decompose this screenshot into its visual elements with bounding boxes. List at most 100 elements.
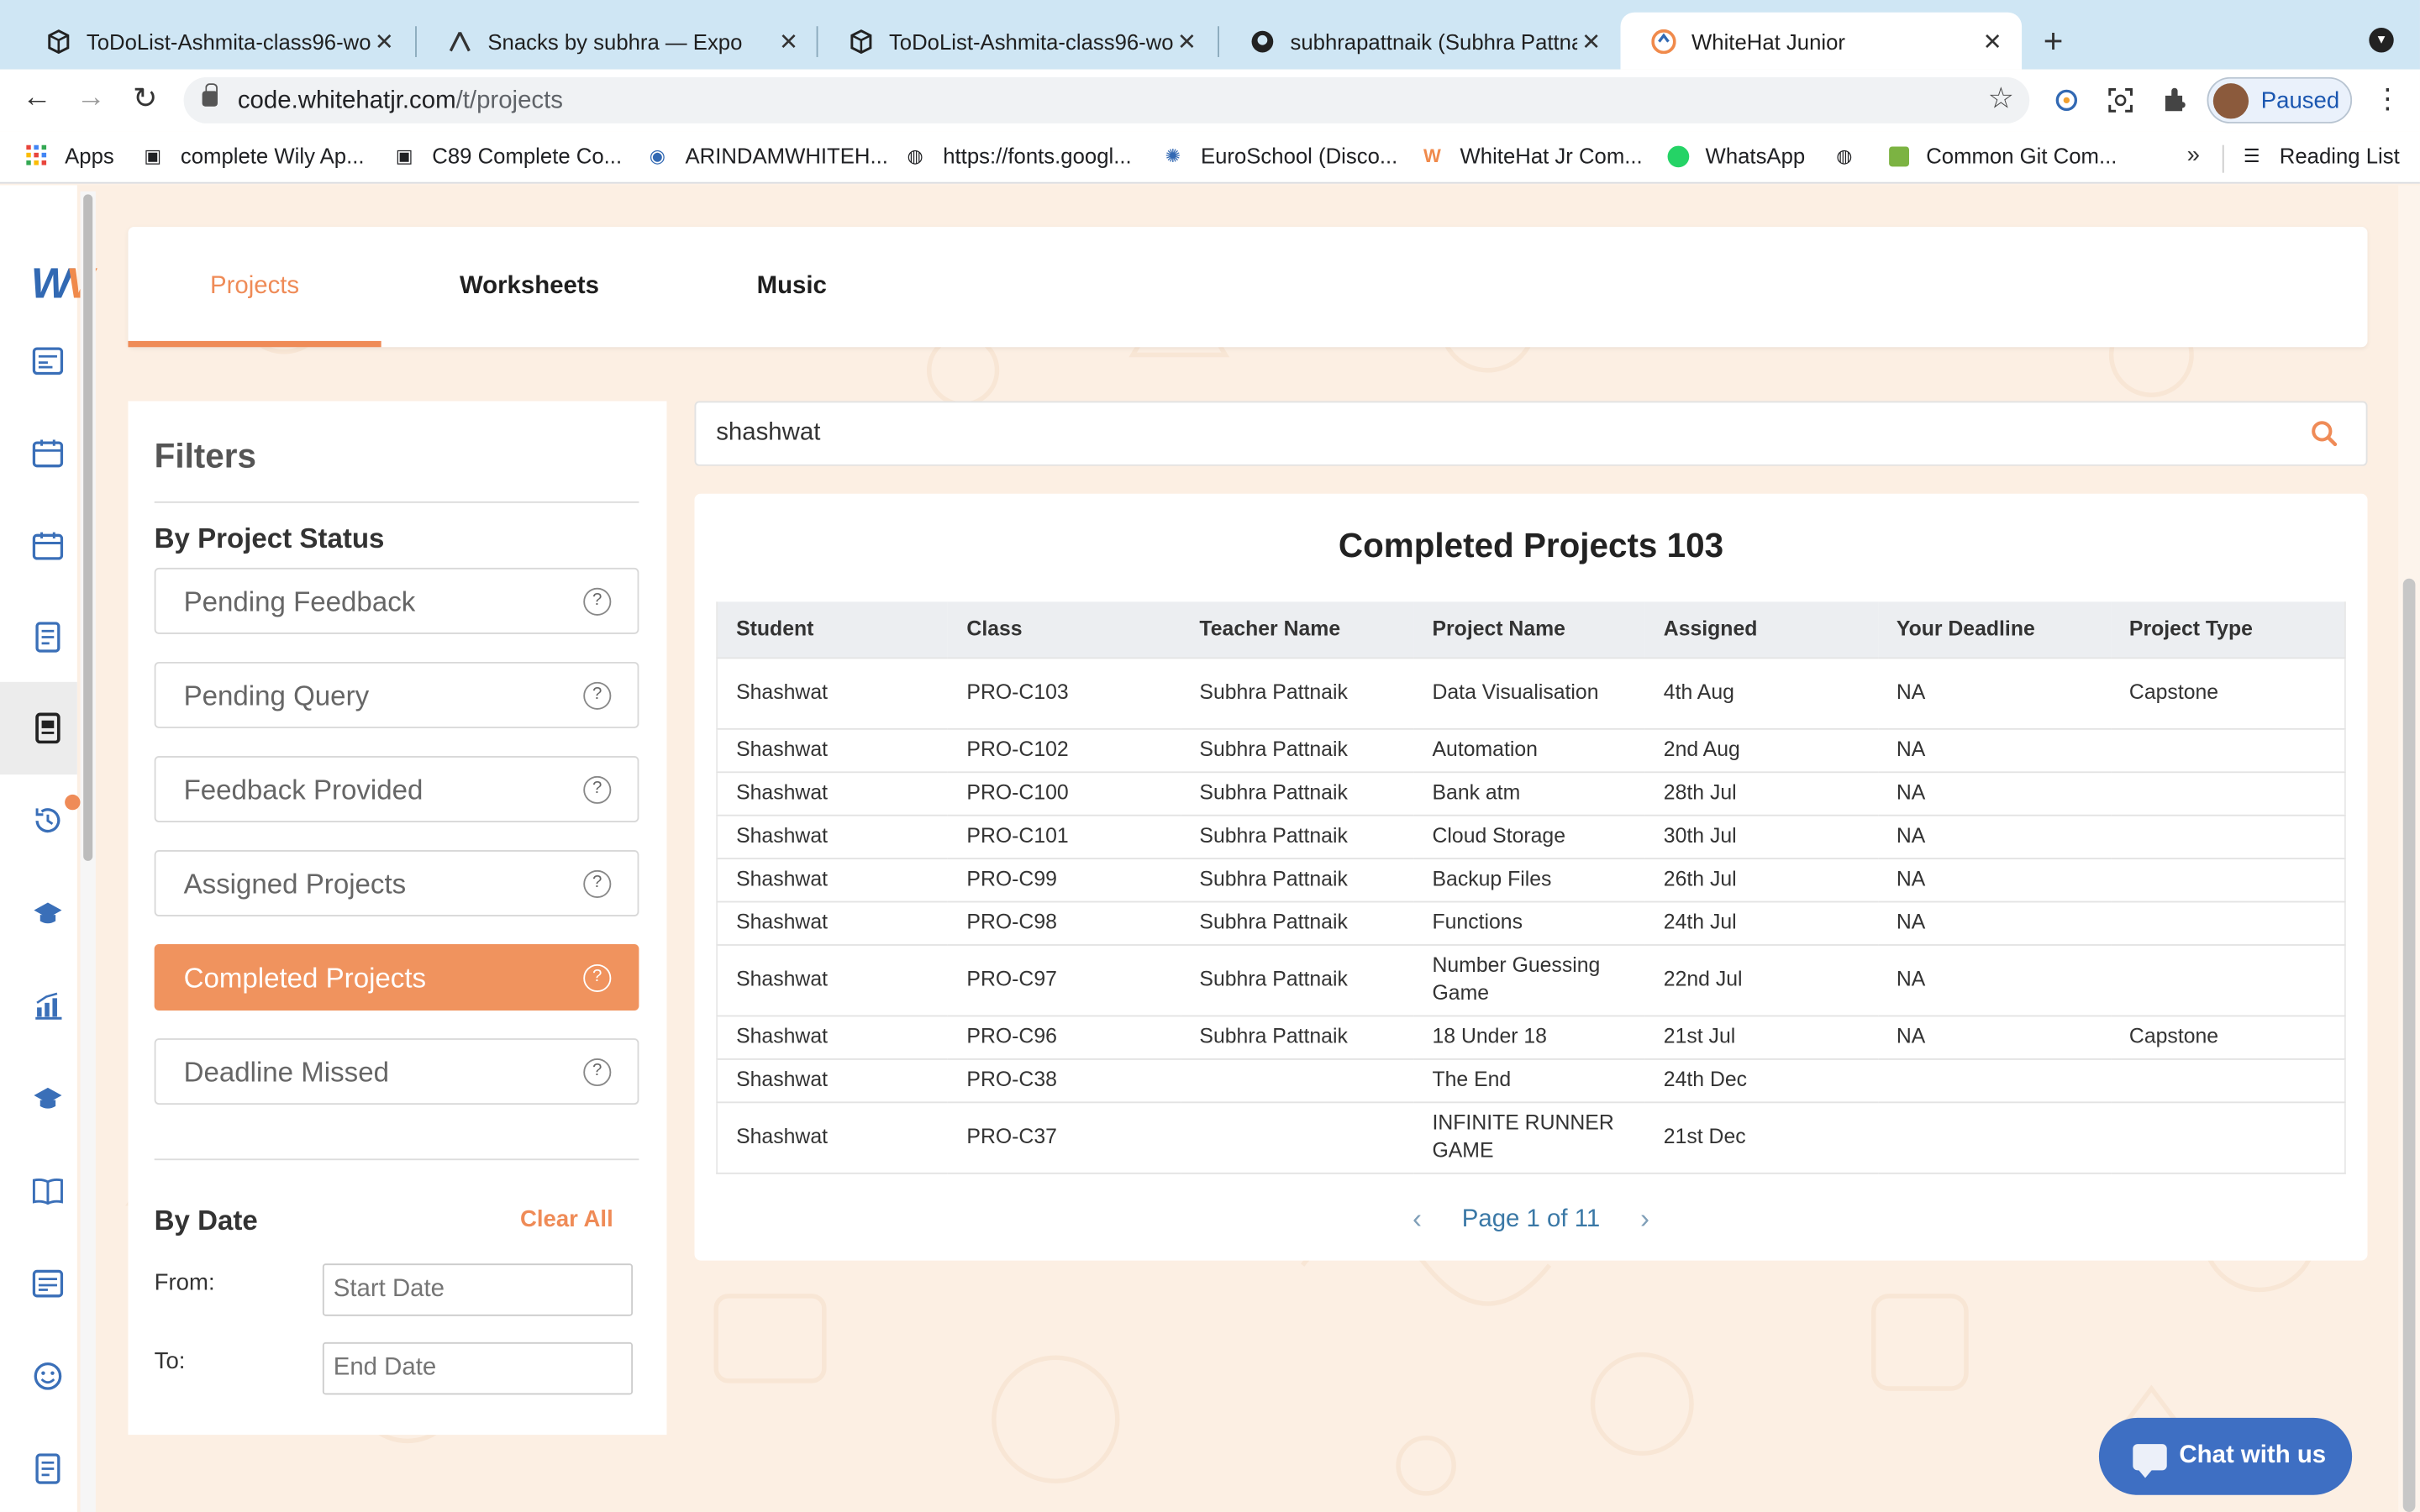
col-header[interactable]: Class [948,601,1181,658]
bookmark-item[interactable]: ◉ ARINDAMWHITEH... [645,144,888,168]
table-row[interactable]: Shashwat PRO-C101 Subhra Pattnaik Cloud Sto… [717,813,2345,858]
table-cell [1877,1058,2111,1102]
filter-completed-projects[interactable]: Completed Projects ? [154,944,639,1011]
tab-projects[interactable]: Projects [128,227,381,348]
col-header[interactable]: Teacher Name [1181,601,1414,658]
bookmark-item[interactable]: Common Git Com... [1886,144,2117,168]
col-header[interactable]: Student [717,601,949,658]
reading-list-icon: ☰ [2243,144,2260,167]
chevron-left-icon[interactable]: ‹ [1413,1204,1422,1236]
filter-assigned-projects[interactable]: Assigned Projects ? [154,850,639,916]
close-icon[interactable]: ✕ [1173,27,1201,55]
close-icon[interactable]: ✕ [1577,27,1605,55]
help-icon[interactable]: ? [583,869,612,898]
dashboard-icon[interactable] [32,345,64,376]
bookmark-item[interactable]: WhatsApp [1665,144,1805,168]
forward-icon[interactable]: → [72,81,109,115]
page-scrollbar[interactable] [2398,185,2420,1512]
book-icon[interactable] [32,1176,64,1207]
tab-search-icon[interactable]: ▼ [2369,28,2394,53]
table-row[interactable]: Shashwat PRO-C103 Subhra Pattnaik Data Visu… [717,656,2345,728]
reading-list[interactable]: ☰ Reading List [2239,144,2400,168]
screenshot-icon[interactable] [2105,85,2136,116]
chevron-right-icon[interactable]: › [1640,1204,1649,1236]
help-icon[interactable]: ? [583,681,612,710]
new-tab-button[interactable]: + [2044,22,2064,62]
help-icon[interactable]: ? [583,775,612,804]
calendar-icon[interactable] [32,438,64,470]
col-header[interactable]: Your Deadline [1877,601,2111,658]
browser-tab[interactable]: Snacks by subhra — Expo ✕ [417,13,818,70]
close-icon[interactable]: ✕ [775,27,802,55]
page-scroll-thumb[interactable] [2402,578,2416,1512]
filter-pending-feedback[interactable]: Pending Feedback ? [154,567,639,634]
bookmark-item[interactable]: ▣ complete Wily Ap... [140,144,364,168]
clear-all-button[interactable]: Clear All [520,1206,613,1232]
search-input[interactable]: shashwat [694,401,2368,466]
graduation-cap-icon[interactable] [33,898,64,929]
tab-worksheets[interactable]: Worksheets [421,227,637,347]
analytics-icon[interactable] [33,990,64,1021]
close-icon[interactable]: ✕ [1979,27,2007,55]
history-icon[interactable] [33,806,64,837]
browser-tab[interactable]: ToDoList-Ashmita-class96-wo ✕ [15,13,413,70]
whitehat-w-icon: W [1423,144,1441,167]
schedule-icon[interactable] [32,531,64,562]
browser-tab[interactable]: subhrapattnaik (Subhra Pattna ✕ [1219,13,1621,70]
report-icon[interactable] [32,1268,64,1299]
reload-icon[interactable]: ↻ [127,81,164,117]
projects-icon[interactable] [33,712,64,744]
browser-tab-active[interactable]: WhiteHat Junior ✕ [1620,12,2023,70]
filters-panel: Filters By Project Status Pending Feedba… [128,401,667,1436]
smiley-icon[interactable] [33,1361,64,1392]
filter-pending-query[interactable]: Pending Query ? [154,661,639,728]
table-row[interactable]: Shashwat PRO-C96 Subhra Pattnaik 18 Under 1… [717,1014,2345,1058]
table-row[interactable]: Shashwat PRO-C97 Subhra Pattnaik Number Gue… [717,943,2345,1016]
close-icon[interactable]: ✕ [371,27,398,55]
bookmark-item[interactable]: W WhiteHat Jr Com... [1420,144,1643,168]
worksheet-icon[interactable] [33,1453,64,1484]
col-header[interactable]: Assigned [1644,601,1878,658]
browser-tab[interactable]: ToDoList-Ashmita-class96-wo ✕ [818,13,1216,70]
table-row[interactable]: Shashwat PRO-C99 Subhra Pattnaik Backup Fil… [717,857,2345,901]
sidebar-scroll-thumb[interactable] [83,194,93,861]
table-row[interactable]: Shashwat PRO-C37 INFINITE RUNNER GAME 21st … [717,1100,2345,1173]
table-cell: 24th Jul [1644,900,1878,945]
chat-with-us-button[interactable]: Chat with us [2098,1417,2353,1495]
filter-feedback-provided[interactable]: Feedback Provided ? [154,755,639,822]
graduation-cap-icon[interactable] [33,1083,64,1114]
search-icon[interactable] [2311,420,2338,448]
more-bookmarks-icon[interactable]: » [2187,142,2200,168]
worksheet-icon[interactable] [33,622,64,653]
table-row[interactable]: Shashwat PRO-C100 Subhra Pattnaik Bank atm 2… [717,770,2345,815]
menu-kebab-icon[interactable]: ⋮ [2374,83,2402,116]
help-icon[interactable]: ? [583,1058,612,1087]
table-row[interactable]: Shashwat PRO-C38 The End 24th Dec [717,1058,2345,1102]
col-header[interactable]: Project Name [1413,601,1645,658]
table-row[interactable]: Shashwat PRO-C102 Subhra Pattnaik Automatio… [717,727,2345,772]
bookmark-star-icon[interactable]: ☆ [1988,81,2014,117]
table-row[interactable]: Shashwat PRO-C98 Subhra Pattnaik Functions 2… [717,900,2345,945]
col-header[interactable]: Project Type [2110,601,2345,658]
bookmark-item[interactable]: ◍ [1832,144,1872,168]
bookmark-item[interactable]: ◍ https://fonts.googl... [902,144,1132,168]
bookmark-apps[interactable]: Apps [24,144,114,168]
back-icon[interactable]: ← [18,81,55,115]
bookmark-item[interactable]: ▣ C89 Complete Co... [392,144,622,168]
table-cell: Shashwat [717,813,949,858]
extension-icon[interactable] [2051,85,2082,116]
table-cell: NA [1877,813,2111,858]
end-date-input[interactable] [322,1341,634,1395]
help-icon[interactable]: ? [583,963,612,992]
bookmark-item[interactable]: ✺ EuroSchool (Disco... [1160,144,1398,168]
filter-deadline-missed[interactable]: Deadline Missed ? [154,1038,639,1105]
address-bar[interactable]: code.whitehatjr.com/t/projects ☆ [183,76,2030,123]
github-icon [1250,29,1275,53]
tab-music[interactable]: Music [714,227,869,347]
tab-strip: ToDoList-Ashmita-class96-wo ✕ Snacks by … [0,0,2420,70]
profile-button[interactable]: Paused [2207,76,2353,123]
sidebar-scrollbar[interactable] [80,191,96,1512]
help-icon[interactable]: ? [583,587,612,616]
extensions-puzzle-icon[interactable] [2160,85,2191,116]
start-date-input[interactable] [322,1263,634,1316]
